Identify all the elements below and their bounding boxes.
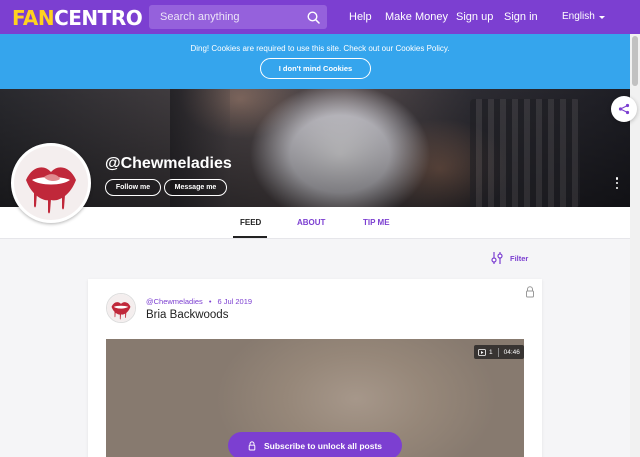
nav-make-money-link[interactable]: Make Money [385,11,448,23]
scrollbar-thumb[interactable] [632,36,638,86]
profile-cover-image [0,89,630,207]
lock-icon [526,286,534,298]
nav-sign-in-link[interactable]: Sign in [504,11,538,23]
language-selector[interactable]: English [562,11,605,22]
tab-feed[interactable]: FEED [240,218,261,227]
lips-logo-icon [107,294,135,322]
message-button[interactable]: Message me [164,179,227,196]
post-author-link[interactable]: @Chewmeladies [146,297,203,306]
accept-cookies-button[interactable]: I don't mind Cookies [260,58,371,79]
cookie-message: Ding! Cookies are required to use this s… [190,44,450,53]
lock-icon [248,440,256,450]
share-button[interactable] [611,96,637,122]
top-navbar: FANCENTRO Search anything Help Make Mone… [0,0,640,34]
search-box[interactable]: Search anything [149,5,327,29]
logo-fan-text: FAN [12,6,55,30]
filter-icon [491,252,503,264]
share-icon [618,103,630,115]
fancentro-logo[interactable]: FANCENTRO [12,6,143,30]
post-title: Bria Backwoods [146,309,229,321]
follow-button[interactable]: Follow me [105,179,161,196]
profile-username: @Chewmeladies [105,155,232,172]
search-icon[interactable] [301,5,325,29]
lips-logo-icon [14,146,88,220]
media-count: 1 [489,348,493,356]
meta-separator: • [208,297,212,306]
active-tab-indicator [233,236,267,238]
subscribe-button[interactable]: Subscribe to unlock all posts [228,432,402,457]
media-info-badge: 1 04:46 [474,345,524,359]
media-duration: 04:46 [503,348,520,356]
cookie-banner: Ding! Cookies are required to use this s… [0,34,640,89]
post-author-avatar[interactable] [106,293,136,323]
subscribe-label: Subscribe to unlock all posts [263,440,383,451]
cover-chair [470,99,580,207]
profile-tabs: FEED ABOUT TIP ME [0,207,630,239]
language-label: English [562,11,595,22]
filter-label: Filter [510,253,529,263]
video-icon [478,348,486,356]
search-input[interactable]: Search anything [160,11,301,23]
post-date: 6 Jul 2019 [217,297,253,306]
chevron-down-icon [598,15,605,19]
tab-tip-me[interactable]: TIP ME [363,218,390,227]
filter-button[interactable]: Filter [491,252,528,264]
nav-help-link[interactable]: Help [349,11,372,23]
post-meta: @Chewmeladies • 6 Jul 2019 [146,297,252,306]
tab-about[interactable]: ABOUT [297,218,325,227]
nav-sign-up-link[interactable]: Sign up [456,11,493,23]
logo-centro-text: CENTRO [54,6,143,30]
more-vertical-icon[interactable] [613,177,621,189]
profile-avatar[interactable] [11,143,91,223]
badge-divider [497,347,499,357]
